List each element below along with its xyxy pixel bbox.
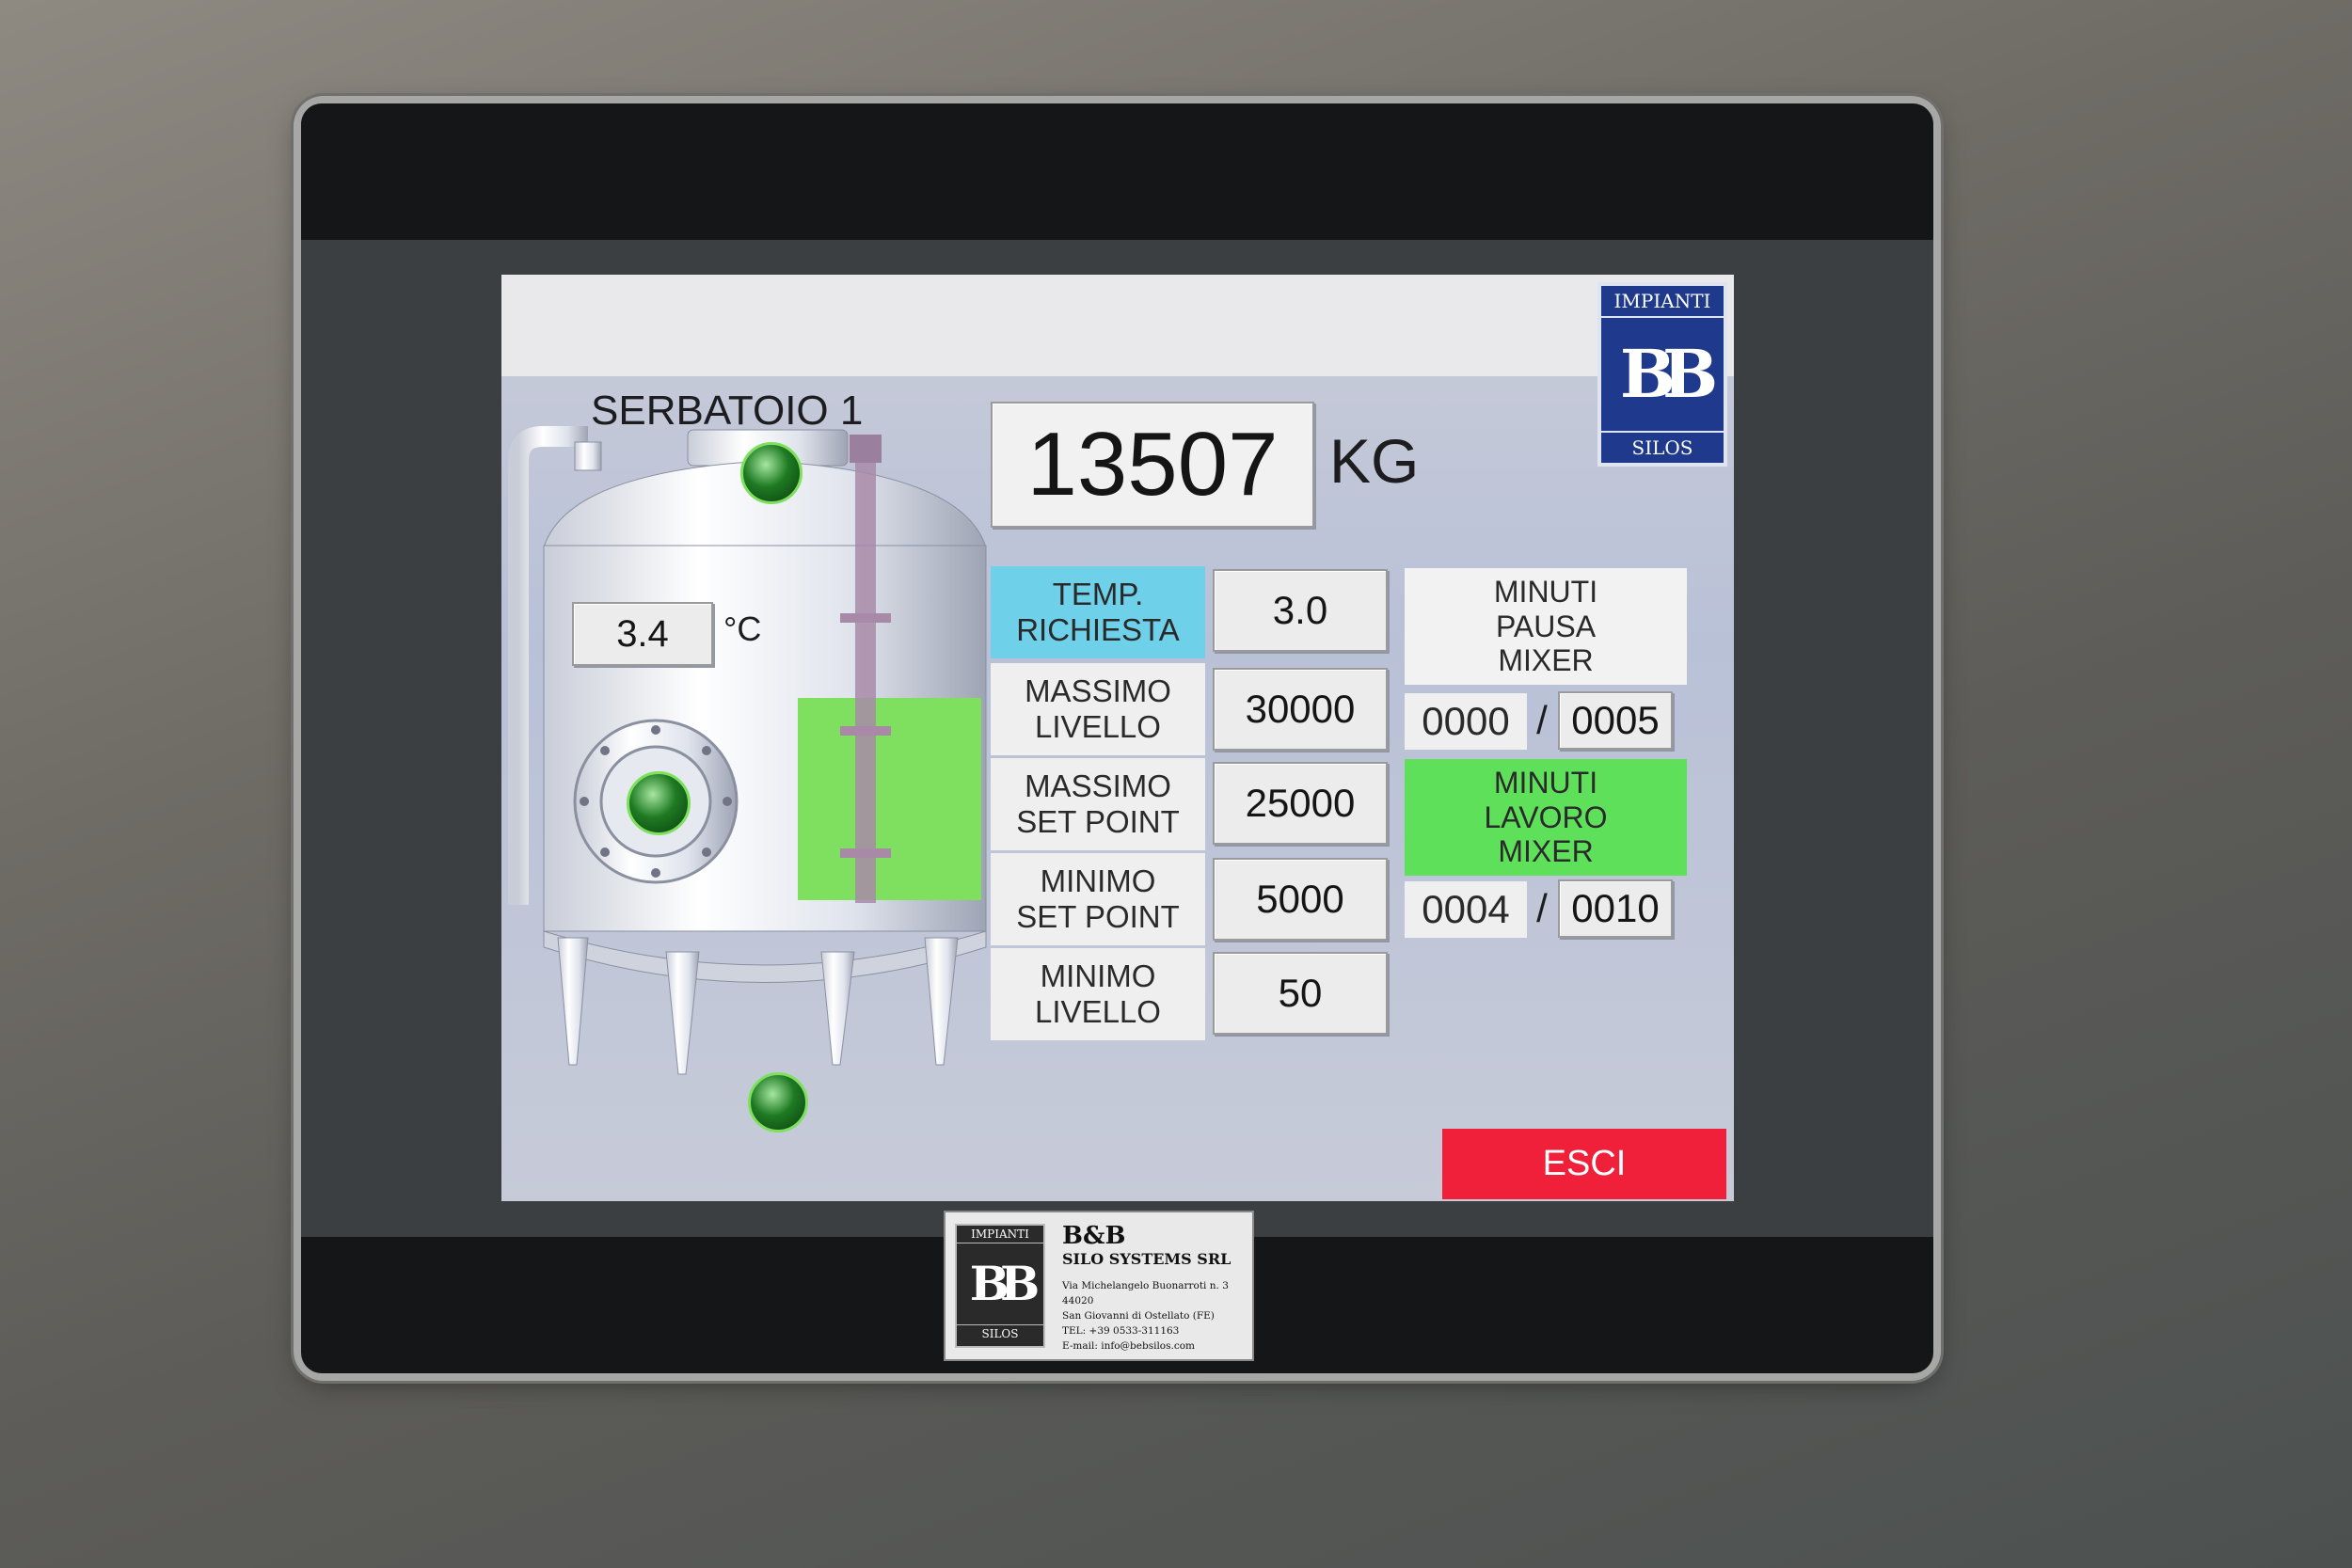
nameplate-address-line: E-mail: info@bebsilos.com xyxy=(1062,1340,1196,1352)
mixer-work-separator: / xyxy=(1536,886,1548,930)
mixer-pause-setpoint[interactable]: 0005 xyxy=(1558,691,1673,750)
logo-bottom-text: SILOS xyxy=(1601,431,1724,463)
nameplate-logo-mark: BB xyxy=(969,1256,1041,1311)
mixer-pause-separator: / xyxy=(1536,698,1548,742)
nameplate-address-line: 44020 xyxy=(1062,1295,1094,1307)
nameplate-logo: IMPIANTI BB SILOS xyxy=(955,1224,1045,1348)
nameplate-address-line: San Giovanni di Ostellato (FE) xyxy=(1062,1310,1215,1322)
company-logo: IMPIANTI BB SILOS xyxy=(1597,282,1727,467)
mixer-work-current: 0004 xyxy=(1405,881,1527,938)
param-label-minimo-livello: MINIMO LIVELLO xyxy=(991,948,1205,1040)
logo-mark: BB xyxy=(1619,335,1718,413)
mixer-pause-label: MINUTI PAUSA MIXER xyxy=(1405,568,1687,685)
param-label-temp-richiesta: TEMP. RICHIESTA xyxy=(991,566,1205,658)
exit-button[interactable]: ESCI xyxy=(1442,1129,1726,1199)
nameplate-address-line: TEL: +39 0533-311163 xyxy=(1062,1325,1180,1337)
weight-value: 13507 xyxy=(991,402,1314,528)
param-label-massimo-livello: MASSIMO LIVELLO xyxy=(991,663,1205,755)
nameplate-address: Via Michelangelo Buonarroti n. 3 44020 S… xyxy=(1062,1278,1229,1354)
header-strip xyxy=(501,275,1734,376)
hmi-screen: SERBATOIO 1 3.4 °C 13507 KG TEMP. RICHIE… xyxy=(501,275,1734,1201)
manufacturer-nameplate: IMPIANTI BB SILOS B&B SILO SYSTEMS SRL V… xyxy=(944,1211,1254,1361)
bezel-top-band xyxy=(301,103,1933,240)
param-label-massimo-set-point: MASSIMO SET POINT xyxy=(991,758,1205,850)
bottom-valve-indicator xyxy=(748,1072,808,1132)
mixer-work-label: MINUTI LAVORO MIXER xyxy=(1405,759,1687,876)
temperature-unit: °C xyxy=(723,610,762,648)
logo-top-text: IMPIANTI xyxy=(1601,286,1724,318)
temperature-value[interactable]: 3.4 xyxy=(572,602,713,666)
param-value-temp-richiesta[interactable]: 3.0 xyxy=(1213,569,1388,652)
manhole-indicator xyxy=(627,771,691,835)
param-value-massimo-set-point[interactable]: 25000 xyxy=(1213,762,1388,845)
mixer-work-setpoint[interactable]: 0010 xyxy=(1558,879,1673,938)
param-label-minimo-set-point: MINIMO SET POINT xyxy=(991,853,1205,945)
mixer-pause-current: 0000 xyxy=(1405,693,1527,750)
nameplate-address-line: Via Michelangelo Buonarroti n. 3 xyxy=(1062,1280,1229,1291)
param-value-minimo-set-point[interactable]: 5000 xyxy=(1213,858,1388,941)
nameplate-logo-bottom: SILOS xyxy=(957,1324,1043,1342)
nameplate-company: B&B xyxy=(1062,1222,1126,1250)
param-value-minimo-livello[interactable]: 50 xyxy=(1213,952,1388,1035)
weight-unit: KG xyxy=(1329,426,1420,496)
top-valve-indicator xyxy=(740,442,803,504)
nameplate-logo-top: IMPIANTI xyxy=(957,1226,1043,1243)
nameplate-company-sub: SILO SYSTEMS SRL xyxy=(1062,1250,1232,1268)
param-value-massimo-livello[interactable]: 30000 xyxy=(1213,668,1388,751)
